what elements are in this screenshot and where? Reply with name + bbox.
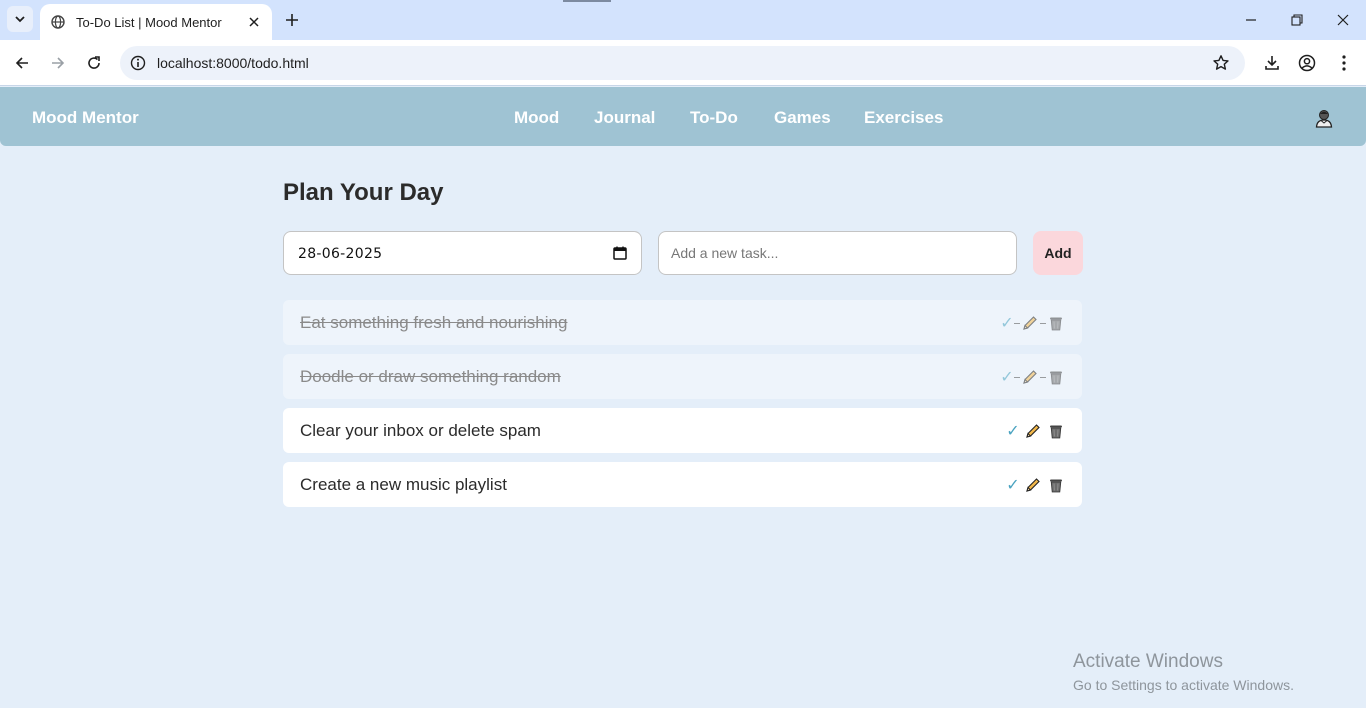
task-item: Eat something fresh and nourishing ✓ bbox=[283, 300, 1082, 345]
plus-icon bbox=[286, 14, 298, 26]
nav-link-games[interactable]: Games bbox=[774, 108, 831, 128]
profile-button[interactable] bbox=[1293, 49, 1321, 77]
download-icon bbox=[1265, 56, 1279, 70]
downloads-button[interactable] bbox=[1258, 49, 1286, 77]
new-task-input[interactable] bbox=[658, 231, 1017, 275]
address-bar[interactable]: localhost:8000/todo.html bbox=[120, 46, 1245, 80]
add-task-button[interactable]: Add bbox=[1033, 231, 1083, 275]
close-window-button[interactable] bbox=[1320, 0, 1366, 40]
edit-pencil-icon[interactable] bbox=[1023, 475, 1043, 495]
edit-pencil-icon[interactable] bbox=[1020, 313, 1040, 333]
edit-pencil-icon[interactable] bbox=[1023, 421, 1043, 441]
calendar-icon[interactable] bbox=[613, 246, 627, 260]
brand-logo[interactable]: Mood Mentor bbox=[32, 108, 139, 128]
browser-tab[interactable]: To-Do List | Mood Mentor bbox=[40, 4, 272, 40]
url-text: localhost:8000/todo.html bbox=[157, 55, 309, 71]
app-navbar: Mood Mentor Mood Journal To-Do Games Exe… bbox=[0, 87, 1366, 146]
arrow-right-icon bbox=[52, 57, 65, 69]
account-circle-icon bbox=[1298, 54, 1316, 72]
tab-search-button[interactable] bbox=[7, 6, 33, 32]
more-vertical-icon bbox=[1342, 55, 1346, 71]
forward-button[interactable] bbox=[44, 49, 72, 77]
tabstrip-indicator bbox=[563, 0, 611, 2]
restore-button[interactable] bbox=[1274, 0, 1320, 40]
task-text: Eat something fresh and nourishing bbox=[300, 313, 568, 332]
browser-tabstrip: To-Do List | Mood Mentor bbox=[0, 0, 1366, 40]
minimize-button[interactable] bbox=[1228, 0, 1274, 40]
task-item: Clear your inbox or delete spam ✓ bbox=[283, 408, 1082, 453]
page-title: Plan Your Day bbox=[283, 179, 444, 206]
complete-task-check-icon[interactable]: ✓ bbox=[1000, 367, 1014, 387]
windows-activation-watermark: Activate Windows Go to Settings to activ… bbox=[1073, 651, 1294, 693]
chevron-down-icon bbox=[15, 16, 25, 23]
delete-trash-icon[interactable] bbox=[1046, 313, 1066, 333]
complete-task-check-icon[interactable]: ✓ bbox=[1006, 421, 1020, 441]
task-item: Create a new music playlist ✓ bbox=[283, 462, 1082, 507]
edit-pencil-icon[interactable] bbox=[1020, 367, 1040, 387]
nav-link-mood[interactable]: Mood bbox=[514, 108, 559, 128]
close-tab-icon[interactable] bbox=[246, 14, 262, 30]
delete-trash-icon[interactable] bbox=[1046, 421, 1066, 441]
user-profile-icon[interactable] bbox=[1313, 107, 1335, 129]
globe-icon bbox=[50, 14, 66, 30]
minimize-icon bbox=[1246, 19, 1256, 21]
delete-trash-icon[interactable] bbox=[1046, 475, 1066, 495]
close-icon bbox=[1337, 14, 1349, 26]
watermark-subtitle: Go to Settings to activate Windows. bbox=[1073, 677, 1294, 693]
back-button[interactable] bbox=[8, 49, 36, 77]
nav-link-journal[interactable]: Journal bbox=[594, 108, 655, 128]
nav-link-todo[interactable]: To-Do bbox=[690, 108, 738, 128]
tab-title: To-Do List | Mood Mentor bbox=[76, 14, 222, 30]
reload-icon bbox=[88, 56, 100, 69]
arrow-left-icon bbox=[15, 57, 28, 69]
nav-link-exercises[interactable]: Exercises bbox=[864, 108, 943, 128]
task-text: Clear your inbox or delete spam bbox=[300, 421, 541, 440]
complete-task-check-icon[interactable]: ✓ bbox=[1000, 313, 1014, 333]
delete-trash-icon[interactable] bbox=[1046, 367, 1066, 387]
restore-icon bbox=[1291, 14, 1303, 26]
new-tab-button[interactable] bbox=[280, 8, 304, 32]
task-actions: ✓ bbox=[1000, 367, 1066, 387]
task-actions: ✓ bbox=[1000, 313, 1066, 333]
task-text: Create a new music playlist bbox=[300, 475, 507, 494]
browser-menu-button[interactable] bbox=[1330, 49, 1358, 77]
site-info-icon[interactable] bbox=[129, 54, 147, 72]
watermark-title: Activate Windows bbox=[1073, 651, 1223, 672]
task-text: Doodle or draw something random bbox=[300, 367, 561, 386]
bookmark-star-icon[interactable] bbox=[1211, 53, 1231, 73]
complete-task-check-icon[interactable]: ✓ bbox=[1006, 475, 1020, 495]
task-actions: ✓ bbox=[1006, 475, 1066, 495]
task-actions: ✓ bbox=[1006, 421, 1066, 441]
task-item: Doodle or draw something random ✓ bbox=[283, 354, 1082, 399]
browser-toolbar: localhost:8000/todo.html bbox=[0, 40, 1366, 86]
date-value: 28-06-2025 bbox=[298, 246, 383, 262]
reload-button[interactable] bbox=[80, 49, 108, 77]
date-input[interactable]: 28-06-2025 bbox=[283, 231, 642, 275]
